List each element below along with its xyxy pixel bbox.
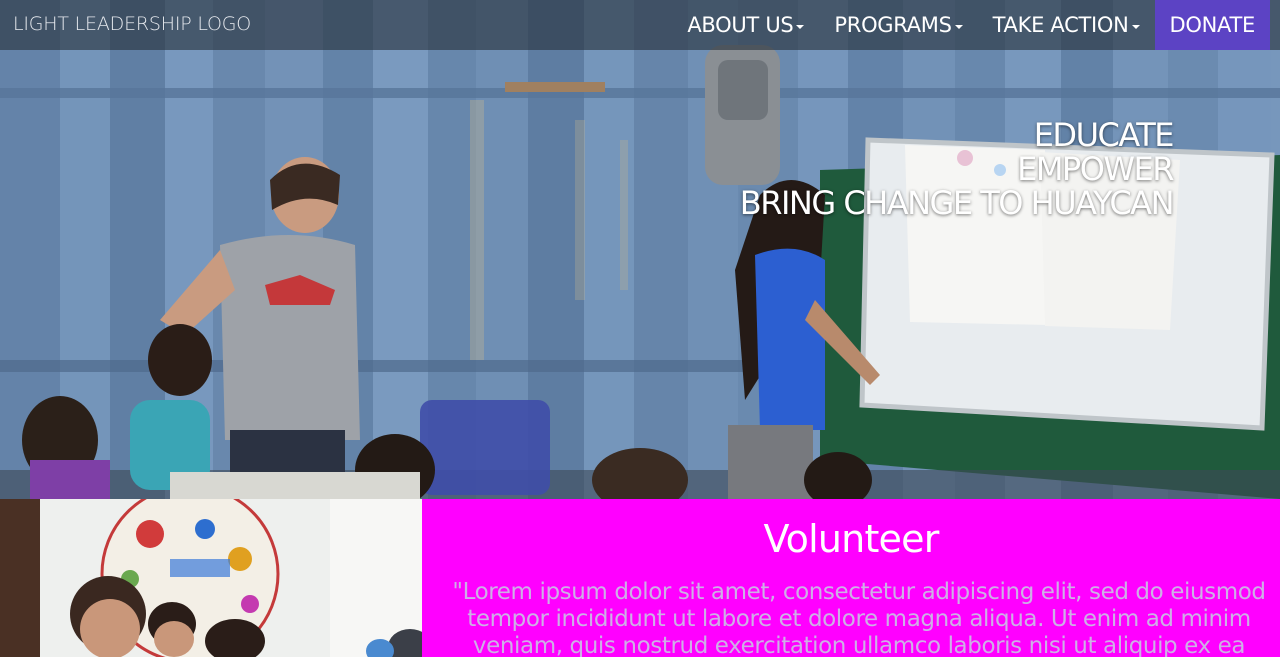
nav-about-us[interactable]: ABOUT US: [672, 0, 819, 50]
volunteer-photo-image: [0, 499, 422, 657]
nav-programs[interactable]: PROGRAMS: [819, 0, 977, 50]
nav-take-action[interactable]: TAKE ACTION: [978, 0, 1155, 50]
hero-tagline: EDUCATE EMPOWER BRING CHANGE TO HUAYCAN: [739, 116, 1175, 222]
volunteer-description: "Lorem ipsum dolor sit amet, consectetur…: [452, 579, 1266, 657]
tagline-line-educate: EDUCATE: [1033, 116, 1175, 154]
volunteer-heading: Volunteer: [763, 517, 939, 561]
volunteer-photo: [0, 499, 422, 657]
top-navbar: LIGHT LEADERSHIP LOGO ABOUT US PROGRAMS …: [0, 0, 1280, 50]
donate-button[interactable]: DONATE: [1154, 0, 1270, 50]
nav-menu: ABOUT US PROGRAMS TAKE ACTION DONATE: [672, 0, 1270, 50]
caret-down-icon: [796, 24, 805, 29]
hero-photo: [0, 0, 1280, 499]
tagline-line-change: BRING CHANGE TO HUAYCAN: [739, 184, 1175, 222]
hero-section: EDUCATE EMPOWER BRING CHANGE TO HUAYCAN: [0, 0, 1280, 499]
brand-logo-link[interactable]: LIGHT LEADERSHIP LOGO: [13, 13, 251, 35]
caret-down-icon: [954, 24, 963, 29]
nav-about-us-label: ABOUT US: [687, 13, 794, 37]
nav-take-action-label: TAKE ACTION: [992, 13, 1129, 37]
volunteer-section: Volunteer "Lorem ipsum dolor sit amet, c…: [422, 499, 1280, 657]
caret-down-icon: [1131, 24, 1140, 29]
nav-programs-label: PROGRAMS: [834, 13, 952, 37]
tagline-line-empower: EMPOWER: [1017, 150, 1174, 188]
